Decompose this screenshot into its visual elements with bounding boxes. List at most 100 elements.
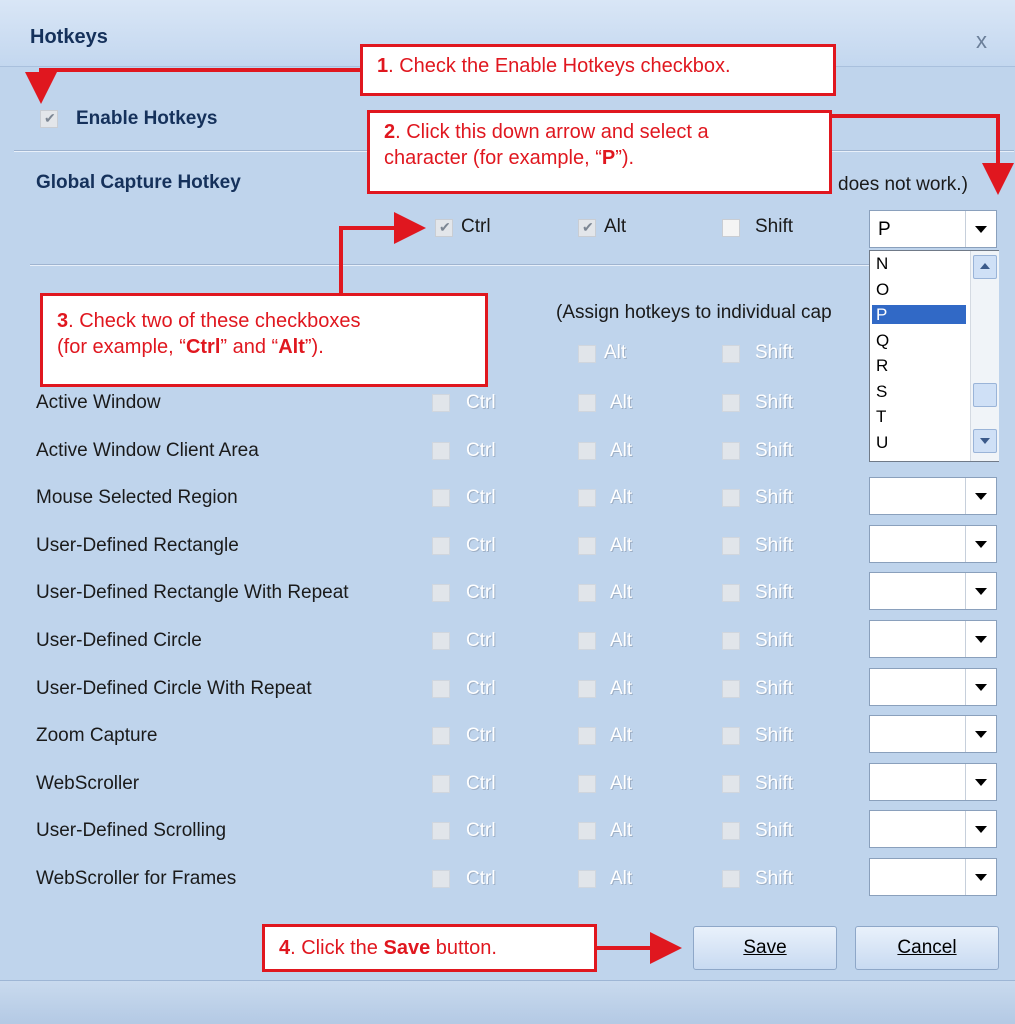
callout-3-key-1: Ctrl — [185, 336, 221, 358]
dropdown-item[interactable]: P — [872, 305, 966, 324]
alt-label: Alt — [610, 725, 633, 746]
alt-checkbox[interactable] — [578, 775, 596, 793]
global-key-value: P — [878, 219, 891, 240]
global-shift-checkbox[interactable] — [722, 219, 740, 237]
chevron-down-icon[interactable] — [965, 859, 996, 895]
shift-checkbox[interactable] — [722, 680, 740, 698]
chevron-down-icon[interactable] — [965, 621, 996, 657]
shift-checkbox[interactable] — [722, 727, 740, 745]
ctrl-checkbox[interactable] — [432, 584, 450, 602]
callout-2-number: 2 — [384, 121, 396, 143]
callout-4: 4. Click the Save button. — [262, 924, 597, 972]
chevron-down-icon[interactable] — [965, 669, 996, 705]
ctrl-checkbox[interactable] — [432, 489, 450, 507]
chevron-down-icon[interactable] — [965, 211, 996, 247]
scroll-down-icon[interactable] — [973, 429, 997, 453]
alt-checkbox[interactable] — [578, 537, 596, 555]
alt-label: Alt — [610, 582, 633, 603]
key-combo[interactable] — [869, 858, 997, 896]
callout-1-number: 1 — [377, 55, 389, 77]
key-combo[interactable] — [869, 810, 997, 848]
key-combo[interactable] — [869, 715, 997, 753]
scroll-thumb[interactable] — [973, 383, 997, 407]
callout-2: 2. Click this down arrow and select a ch… — [367, 110, 832, 194]
ctrl-checkbox[interactable] — [432, 727, 450, 745]
ctrl-label: Ctrl — [466, 773, 496, 794]
ctrl-checkbox[interactable] — [432, 775, 450, 793]
save-button-label: Save — [743, 937, 787, 958]
alt-checkbox[interactable] — [578, 727, 596, 745]
ctrl-checkbox[interactable] — [432, 537, 450, 555]
alt-label: Alt — [610, 868, 633, 889]
dropdown-item[interactable]: N — [872, 254, 966, 273]
key-combo[interactable] — [869, 763, 997, 801]
cancel-button[interactable]: Cancel — [855, 926, 999, 970]
shift-checkbox[interactable] — [722, 394, 740, 412]
shift-checkbox[interactable] — [722, 442, 740, 460]
dropdown-item[interactable]: R — [872, 356, 966, 375]
chevron-down-icon[interactable] — [965, 573, 996, 609]
chevron-down-icon[interactable] — [965, 478, 996, 514]
shift-checkbox[interactable] — [722, 632, 740, 650]
key-combo[interactable] — [869, 620, 997, 658]
global-alt-checkbox[interactable]: ✔ — [578, 219, 596, 237]
shift-checkbox[interactable] — [722, 822, 740, 840]
key-combo[interactable] — [869, 668, 997, 706]
ctrl-checkbox[interactable] — [432, 394, 450, 412]
dropdown-item[interactable]: O — [872, 280, 966, 299]
key-combo[interactable] — [869, 477, 997, 515]
shift-checkbox[interactable] — [722, 870, 740, 888]
callout-4-text-2: button. — [430, 937, 497, 959]
chevron-down-icon[interactable] — [965, 716, 996, 752]
chevron-down-icon[interactable] — [965, 811, 996, 847]
shift-checkbox[interactable] — [722, 537, 740, 555]
key-combo[interactable] — [869, 572, 997, 610]
ctrl-checkbox[interactable] — [432, 822, 450, 840]
callout-2-text-1: . Click this down arrow and select a — [395, 121, 709, 143]
ctrl-checkbox[interactable] — [432, 680, 450, 698]
alt-checkbox[interactable] — [578, 394, 596, 412]
close-icon[interactable]: x — [976, 28, 987, 54]
chevron-down-icon[interactable] — [965, 764, 996, 800]
ctrl-checkbox[interactable] — [432, 632, 450, 650]
global-key-combo[interactable]: P — [869, 210, 997, 248]
dialog-title: Hotkeys — [30, 26, 108, 48]
dropdown-item[interactable]: Q — [872, 331, 966, 350]
alt-checkbox[interactable] — [578, 489, 596, 507]
ctrl-label: Ctrl — [466, 392, 496, 413]
ctrl-label: Ctrl — [466, 582, 496, 603]
alt-checkbox[interactable] — [578, 345, 596, 363]
shift-checkbox[interactable] — [722, 775, 740, 793]
global-hotkey-note: does not work.) — [838, 174, 968, 195]
capture-row-label: User-Defined Circle With Repeat — [36, 678, 312, 699]
callout-3: 3. Check two of these checkboxes (for ex… — [40, 293, 488, 387]
alt-checkbox[interactable] — [578, 632, 596, 650]
ctrl-label: Ctrl — [466, 440, 496, 461]
alt-checkbox[interactable] — [578, 442, 596, 460]
key-combo[interactable] — [869, 525, 997, 563]
enable-hotkeys-checkbox[interactable]: ✔ — [40, 110, 58, 128]
dropdown-item[interactable]: S — [872, 382, 966, 401]
key-dropdown-list[interactable]: NOPQRSTU — [869, 250, 999, 462]
shift-label: Shift — [755, 582, 794, 603]
scroll-up-icon[interactable] — [973, 255, 997, 279]
global-ctrl-checkbox[interactable]: ✔ — [435, 219, 453, 237]
shift-checkbox[interactable] — [722, 489, 740, 507]
alt-checkbox[interactable] — [578, 870, 596, 888]
callout-4-key: Save — [383, 937, 431, 959]
callout-3-text-2b: ” and “ — [220, 336, 279, 358]
shift-checkbox[interactable] — [722, 584, 740, 602]
callout-3-text-1: . Check two of these checkboxes — [68, 310, 361, 332]
dropdown-item[interactable]: U — [872, 433, 966, 452]
ctrl-checkbox[interactable] — [432, 442, 450, 460]
alt-checkbox[interactable] — [578, 680, 596, 698]
alt-checkbox[interactable] — [578, 822, 596, 840]
ctrl-checkbox[interactable] — [432, 870, 450, 888]
alt-checkbox[interactable] — [578, 584, 596, 602]
shift-checkbox[interactable] — [722, 345, 740, 363]
dropdown-scrollbar[interactable] — [970, 251, 999, 461]
status-bar — [0, 980, 1015, 1024]
chevron-down-icon[interactable] — [965, 526, 996, 562]
save-button[interactable]: Save — [693, 926, 837, 970]
dropdown-item[interactable]: T — [872, 407, 966, 426]
